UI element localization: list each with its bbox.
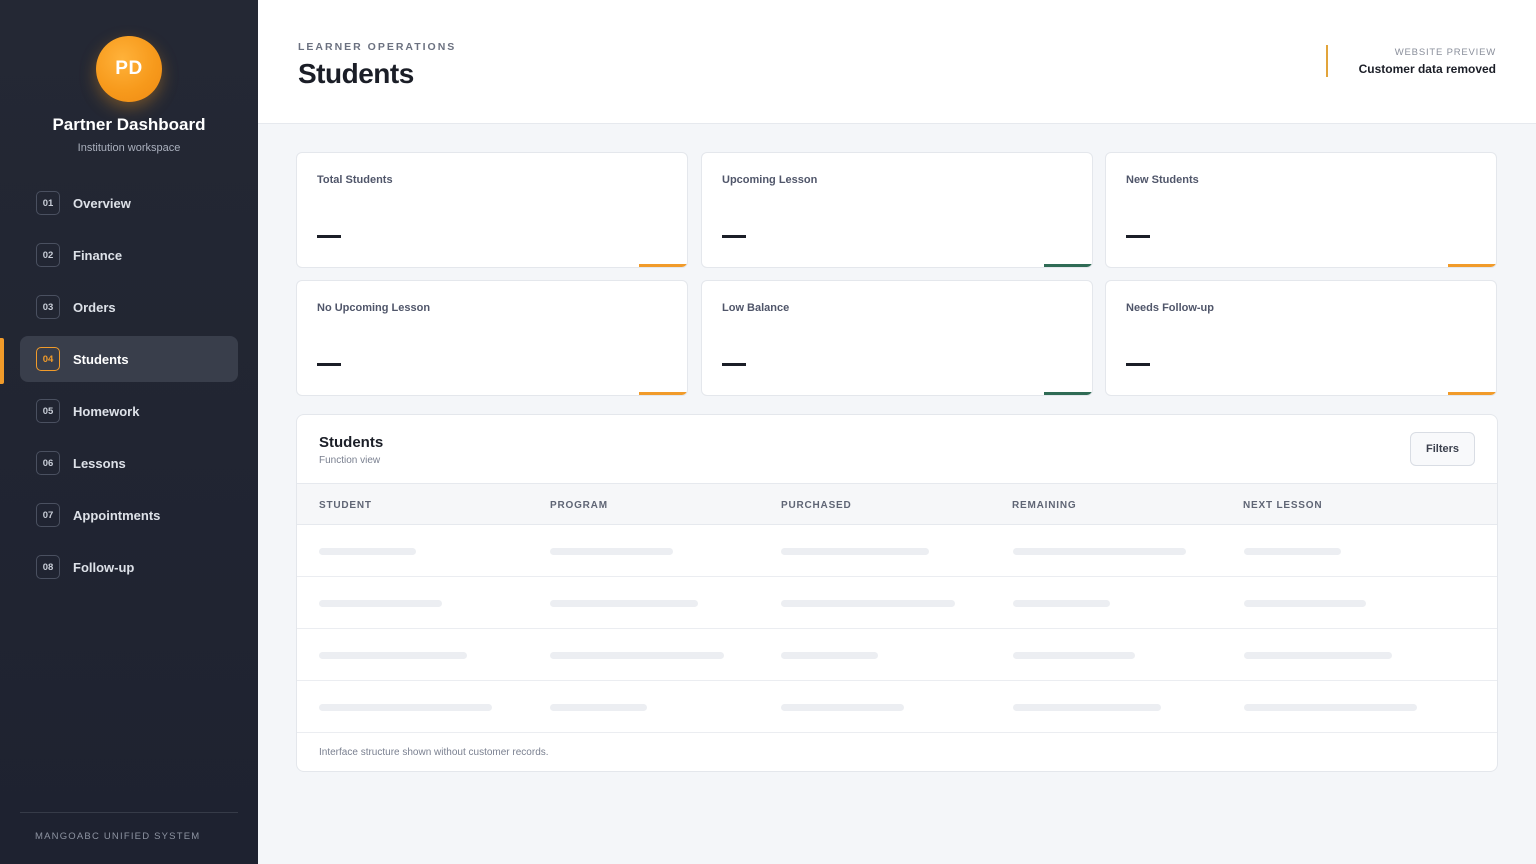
- sidebar-nav: 01 Overview 02 Finance 03 Orders 04 Stud…: [20, 180, 238, 596]
- skeleton-cell: [1244, 652, 1392, 659]
- preview-value: Customer data removed: [1358, 62, 1496, 76]
- column-header-student[interactable]: STUDENT: [319, 500, 372, 511]
- sidebar-item-orders[interactable]: 03 Orders: [20, 284, 238, 330]
- table-row: [297, 629, 1497, 681]
- skeleton-cell: [781, 548, 929, 555]
- preview-label: WEBSITE PREVIEW: [1394, 47, 1496, 58]
- filters-button[interactable]: Filters: [1410, 432, 1475, 466]
- table-title: Students: [319, 434, 384, 451]
- active-nav-indicator: [0, 338, 4, 384]
- sidebar-item-label: Overview: [73, 195, 131, 211]
- skeleton-cell: [1244, 548, 1341, 555]
- column-header-program[interactable]: PROGRAM: [550, 500, 608, 511]
- students-table-panel: Students Function view Filters STUDENT P…: [296, 414, 1498, 772]
- stat-value-placeholder: [722, 363, 746, 366]
- nav-number-badge: 03: [36, 295, 60, 319]
- stat-card-low-balance: Low Balance: [701, 280, 1093, 396]
- table-row: [297, 681, 1497, 733]
- stat-value-placeholder: [317, 363, 341, 366]
- sidebar-item-label: Students: [73, 351, 129, 367]
- nav-number-badge: 06: [36, 451, 60, 475]
- skeleton-cell: [550, 548, 673, 555]
- sidebar-item-homework[interactable]: 05 Homework: [20, 388, 238, 434]
- sidebar-item-label: Orders: [73, 299, 116, 315]
- stat-value-placeholder: [317, 235, 341, 238]
- stat-card-needs-follow-up: Needs Follow-up: [1105, 280, 1497, 396]
- sidebar-item-follow-up[interactable]: 08 Follow-up: [20, 544, 238, 590]
- avatar: PD: [96, 36, 162, 102]
- sidebar-item-appointments[interactable]: 07 Appointments: [20, 492, 238, 538]
- table-row: [297, 525, 1497, 577]
- stat-label: Needs Follow-up: [1126, 302, 1214, 314]
- skeleton-cell: [1013, 652, 1135, 659]
- skeleton-cell: [1013, 548, 1186, 555]
- skeleton-cell: [550, 704, 647, 711]
- table-footer-note: Interface structure shown without custom…: [319, 747, 549, 758]
- stat-label: New Students: [1126, 174, 1199, 186]
- preview-accent-bar: [1326, 45, 1328, 77]
- stat-accent: [1044, 392, 1092, 395]
- stat-accent: [1044, 264, 1092, 267]
- nav-number-badge: 01: [36, 191, 60, 215]
- column-header-next-lesson[interactable]: NEXT LESSON: [1243, 500, 1322, 511]
- stat-label: Upcoming Lesson: [722, 174, 818, 186]
- brand-subtitle: Institution workspace: [77, 142, 181, 154]
- skeleton-cell: [781, 652, 878, 659]
- stat-accent: [1448, 392, 1496, 395]
- stat-label: Total Students: [317, 174, 393, 186]
- sidebar-item-label: Appointments: [73, 507, 161, 523]
- sidebar-footer: MANGOABC UNIFIED SYSTEM: [35, 831, 201, 842]
- sidebar-item-overview[interactable]: 01 Overview: [20, 180, 238, 226]
- sidebar-item-label: Finance: [73, 247, 123, 263]
- brand-title: Partner Dashboard: [52, 115, 206, 134]
- column-header-remaining[interactable]: REMAINING: [1012, 500, 1076, 511]
- stat-value-placeholder: [722, 235, 746, 238]
- stat-accent: [639, 392, 687, 395]
- stat-label: No Upcoming Lesson: [317, 302, 431, 314]
- sidebar-item-students[interactable]: 04 Students: [20, 336, 238, 382]
- nav-number-badge: 08: [36, 555, 60, 579]
- sidebar-item-label: Homework: [73, 403, 140, 419]
- table-subtitle: Function view: [319, 455, 381, 466]
- nav-number-badge: 05: [36, 399, 60, 423]
- skeleton-cell: [1244, 704, 1417, 711]
- table-header: STUDENT PROGRAM PURCHASED REMAINING NEXT…: [297, 483, 1497, 525]
- stat-accent: [1448, 264, 1496, 267]
- sidebar: PD Partner Dashboard Institution workspa…: [0, 0, 258, 864]
- skeleton-cell: [1013, 600, 1110, 607]
- sidebar-item-label: Follow-up: [73, 559, 135, 575]
- column-header-purchased[interactable]: PURCHASED: [781, 500, 852, 511]
- stat-value-placeholder: [1126, 363, 1150, 366]
- stat-card-upcoming-lesson: Upcoming Lesson: [701, 152, 1093, 268]
- table-row: [297, 577, 1497, 629]
- nav-number-badge: 07: [36, 503, 60, 527]
- stat-card-no-upcoming-lesson: No Upcoming Lesson: [296, 280, 688, 396]
- nav-number-badge: 02: [36, 243, 60, 267]
- skeleton-cell: [319, 652, 467, 659]
- stat-card-new-students: New Students: [1105, 152, 1497, 268]
- stat-label: Low Balance: [722, 302, 790, 314]
- stat-accent: [639, 264, 687, 267]
- sidebar-item-label: Lessons: [73, 455, 126, 471]
- stat-value-placeholder: [1126, 235, 1150, 238]
- skeleton-cell: [550, 652, 724, 659]
- skeleton-cell: [319, 600, 442, 607]
- sidebar-item-finance[interactable]: 02 Finance: [20, 232, 238, 278]
- skeleton-cell: [1244, 600, 1366, 607]
- stat-card-total-students: Total Students: [296, 152, 688, 268]
- skeleton-cell: [319, 704, 492, 711]
- page-eyebrow: LEARNER OPERATIONS: [298, 41, 457, 53]
- skeleton-cell: [781, 600, 955, 607]
- nav-number-badge: 04: [36, 347, 60, 371]
- sidebar-item-lessons[interactable]: 06 Lessons: [20, 440, 238, 486]
- page-header: LEARNER OPERATIONS Students WEBSITE PREV…: [258, 0, 1536, 124]
- page-title: Students: [298, 58, 414, 89]
- skeleton-cell: [1013, 704, 1161, 711]
- sidebar-divider: [20, 812, 238, 813]
- skeleton-cell: [319, 548, 416, 555]
- skeleton-cell: [781, 704, 904, 711]
- skeleton-cell: [550, 600, 698, 607]
